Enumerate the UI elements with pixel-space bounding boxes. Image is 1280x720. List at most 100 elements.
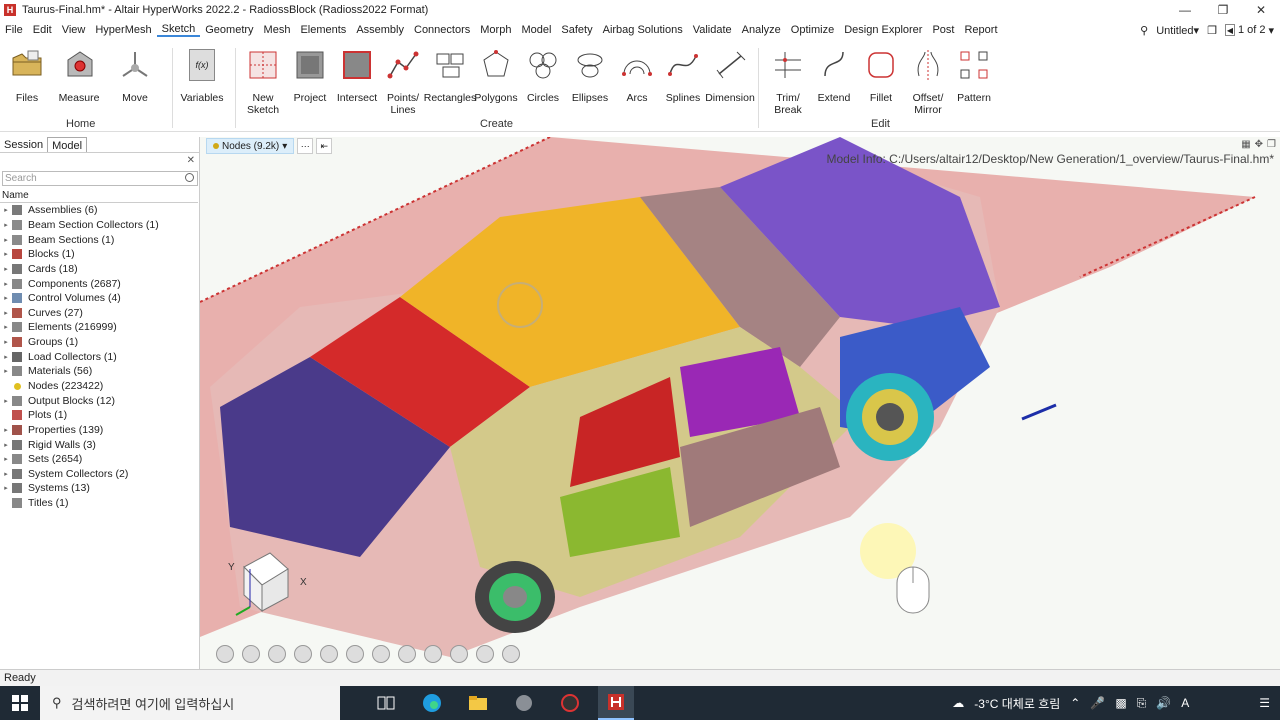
axes-icon[interactable] [424,645,442,663]
menu-geometry[interactable]: Geometry [200,24,258,36]
menu-safety[interactable]: Safety [556,24,597,36]
expand-icon[interactable]: ▸ [0,441,12,449]
minimize-icon[interactable]: — [1166,0,1204,20]
no-entry-icon[interactable] [398,645,416,663]
entity-selector-dropdown[interactable]: Nodes (9.2k) ▾ [206,138,295,154]
expand-icon[interactable]: ▸ [0,484,12,492]
expand-icon[interactable]: ▸ [0,250,12,258]
zoom-fit-icon[interactable] [268,645,286,663]
clip-icon[interactable] [372,645,390,663]
files-tool[interactable]: Files [0,48,54,104]
search-icon[interactable]: ⚲ [1140,24,1148,37]
expand-icon[interactable]: ▸ [0,236,12,244]
fit-icon[interactable]: ⇤ [316,138,333,154]
battery-icon[interactable]: ▩ [1115,696,1126,710]
zoom-icon[interactable] [450,645,468,663]
move-tool[interactable]: Move [108,48,162,104]
expand-icon[interactable]: ▸ [0,206,12,214]
tree-item[interactable]: Plots (1) [0,408,198,423]
close-icon[interactable]: ✕ [187,155,195,166]
edge-browser-icon[interactable] [414,686,450,720]
ellipses-tool[interactable]: Ellipses [563,48,617,104]
tree-item[interactable]: ▸ Beam Section Collectors (1) [0,218,198,233]
close-icon[interactable]: ✕ [1242,0,1280,20]
tree-item[interactable]: ▸ Materials (56) [0,364,198,379]
ime-indicator[interactable]: A [1181,696,1189,710]
globe-icon[interactable] [242,645,260,663]
menu-mesh[interactable]: Mesh [259,24,296,36]
circles-tool[interactable]: Circles [516,48,570,104]
maximize-icon[interactable]: ❐ [1267,139,1276,150]
new-sketch-tool[interactable]: New Sketch [236,48,290,116]
display-icon[interactable] [476,645,494,663]
notification-icon[interactable]: ☰ [1259,696,1270,710]
expand-icon[interactable]: ▸ [0,426,12,434]
menu-view[interactable]: View [57,24,91,36]
tree-item[interactable]: ▸ Load Collectors (1) [0,349,198,364]
project-tool[interactable]: Project [283,48,337,104]
expand-icon[interactable]: ▸ [0,280,12,288]
lock-icon[interactable] [502,645,520,663]
menu-design-explorer[interactable]: Design Explorer [839,24,927,36]
graphics-viewport[interactable]: Nodes (9.2k) ▾ ⋯ ⇤ ▦ ✥ ❐ Model Info: C:/… [200,137,1280,669]
session-name-dropdown[interactable]: Untitled▾ [1156,24,1199,37]
dimension-tool[interactable]: Dimension [703,48,757,104]
weather-icon[interactable]: ☁ [952,696,964,710]
view-cube-icon[interactable] [294,645,312,663]
expand-icon[interactable]: ▸ [0,455,12,463]
menu-hypermesh[interactable]: HyperMesh [90,24,156,36]
expand-icon[interactable]: ▸ [0,397,12,405]
pan-icon[interactable]: ✥ [1255,139,1263,150]
task-view-icon[interactable] [368,686,404,720]
pattern-tool[interactable]: Pattern [947,48,1001,104]
hypermesh-app-icon[interactable] [598,686,634,720]
menu-model[interactable]: Model [516,24,556,36]
menu-file[interactable]: File [0,24,28,36]
taskbar-search-input[interactable]: ⚲ 검색하려면 여기에 입력하십시 [40,686,340,720]
window-layout-icon[interactable]: ❐ [1207,24,1217,37]
menu-elements[interactable]: Elements [295,24,351,36]
name-column-header[interactable]: Name [0,189,198,203]
expand-icon[interactable]: ▸ [0,338,12,346]
extend-tool[interactable]: Extend [807,48,861,104]
screen-recorder-icon[interactable] [552,686,588,720]
splines-tool[interactable]: Splines [656,48,710,104]
more-options-button[interactable]: ⋯ [297,138,314,154]
tree-item[interactable]: ▸ Rigid Walls (3) [0,437,198,452]
tree-item[interactable]: ▸ Assemblies (6) [0,203,198,218]
points-lines-tool[interactable]: Points/ Lines [376,48,430,116]
chevron-up-icon[interactable]: ⌃ [1070,696,1080,710]
expand-icon[interactable]: ▸ [0,309,12,317]
tab-model[interactable]: Model [47,137,88,152]
tab-session[interactable]: Session [0,137,47,152]
menu-morph[interactable]: Morph [475,24,516,36]
menu-assembly[interactable]: Assembly [351,24,409,36]
menu-report[interactable]: Report [959,24,1002,36]
network-icon[interactable]: ⎘ [1137,696,1147,711]
tree-item[interactable]: ▸ Output Blocks (12) [0,393,198,408]
tree-item[interactable]: ▸ Systems (13) [0,481,198,496]
menu-edit[interactable]: Edit [28,24,57,36]
camera-icon[interactable] [320,645,338,663]
file-explorer-icon[interactable] [460,686,496,720]
expand-icon[interactable]: ▸ [0,323,12,331]
hyperworks-app-icon[interactable] [506,686,542,720]
tree-item[interactable]: ▸ Elements (216999) [0,320,198,335]
variables-tool[interactable]: f(x) Variables [175,48,229,104]
tree-item[interactable]: Titles (1) [0,496,198,511]
grid-icon[interactable]: ▦ [1241,139,1250,150]
menu-optimize[interactable]: Optimize [786,24,839,36]
fillet-tool[interactable]: Fillet [854,48,908,104]
tree-item[interactable]: ▸ Blocks (1) [0,247,198,262]
expand-icon[interactable]: ▸ [0,353,12,361]
tree-item[interactable]: ▸ Groups (1) [0,335,198,350]
expand-icon[interactable]: ▸ [0,470,12,478]
expand-icon[interactable]: ▸ [0,265,12,273]
tree-item[interactable]: ▸ Sets (2654) [0,452,198,467]
menu-analyze[interactable]: Analyze [737,24,786,36]
menu-airbag-solutions[interactable]: Airbag Solutions [598,24,688,36]
restore-icon[interactable]: ❐ [1204,0,1242,20]
menu-post[interactable]: Post [927,24,959,36]
tree-item[interactable]: Nodes (223422) [0,379,198,394]
menu-connectors[interactable]: Connectors [409,24,475,36]
